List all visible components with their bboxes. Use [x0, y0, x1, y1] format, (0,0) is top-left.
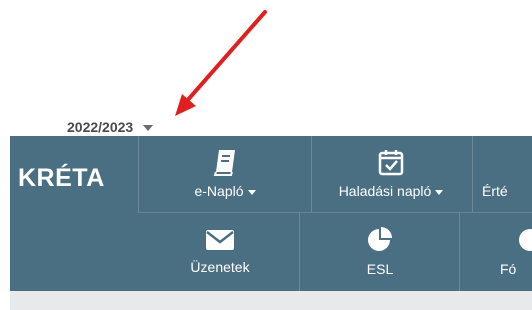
- nav-item-ertekeles-label: Érté: [482, 183, 508, 199]
- content-area: [10, 291, 532, 310]
- nav-item-uzenetek-label: Üzenetek: [190, 259, 250, 275]
- kreta-logo[interactable]: KRÉTA: [10, 136, 138, 212]
- school-year-selector[interactable]: 2022/2023: [67, 118, 154, 136]
- nav-item-haladasi-naplo[interactable]: Haladási napló: [312, 148, 470, 199]
- main-navbar: KRÉTA e-Napló Haladási napló Érté Üzenet…: [10, 136, 532, 291]
- nav-item-uzenetek[interactable]: Üzenetek: [160, 228, 280, 275]
- nav-item-ertekeles[interactable]: Érté: [482, 148, 508, 199]
- chevron-down-icon: [435, 189, 444, 195]
- envelope-icon: [206, 230, 234, 250]
- nav-item-e-naplo[interactable]: e-Napló: [160, 148, 290, 199]
- chevron-down-icon[interactable]: [143, 124, 154, 131]
- nav-item-esl[interactable]: ESL: [330, 226, 430, 277]
- pie-chart-icon: [368, 227, 392, 251]
- nav-item-fo[interactable]: Fó: [500, 226, 532, 277]
- nav-item-haladasi-naplo-label: Haladási napló: [338, 183, 432, 199]
- pie-chart-icon: [519, 229, 532, 251]
- calendar-check-icon: [378, 150, 404, 176]
- nav-item-fo-label: Fó: [500, 261, 517, 277]
- nav-item-e-naplo-label: e-Napló: [194, 183, 244, 199]
- school-year-value: 2022/2023: [67, 119, 134, 135]
- logo-text: KRÉTA: [18, 163, 105, 192]
- chevron-down-icon: [247, 189, 256, 195]
- nav-item-esl-label: ESL: [366, 261, 394, 277]
- book-icon: [213, 150, 235, 176]
